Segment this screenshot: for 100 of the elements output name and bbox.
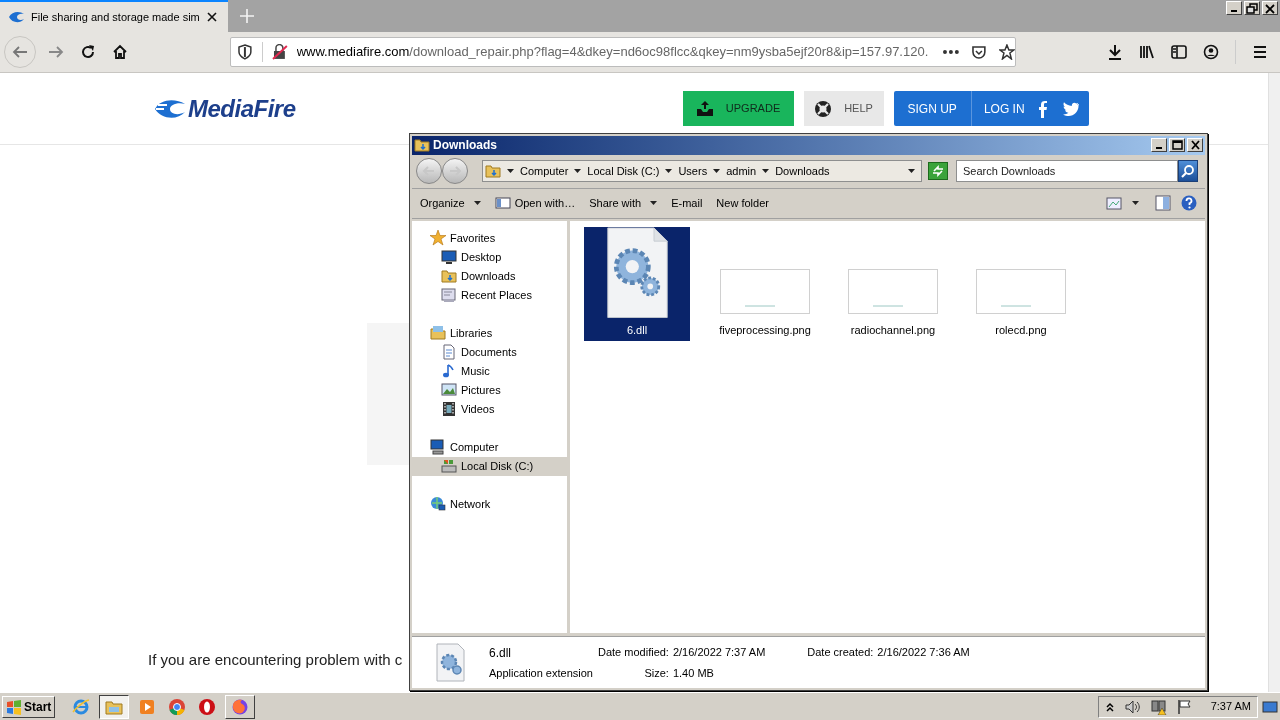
toolbar-button[interactable]: E-mail — [671, 192, 703, 215]
file-item[interactable]: fiveprocessing.png — [712, 226, 818, 341]
folder-icon — [414, 137, 430, 154]
pictures-icon — [441, 382, 457, 399]
toolbar-button[interactable]: Open with… — [494, 192, 576, 215]
breadcrumb-item[interactable]: Users — [678, 163, 708, 180]
flag-icon[interactable] — [1176, 698, 1191, 715]
address-bar[interactable]: www.mediafire.com/download_repair.php?flag=4&dkey=nd6oc98flcc&qkey=nm9ysba5ejf20r8&ip=157.97.120. — [230, 37, 1016, 67]
maximize-button[interactable] — [1169, 138, 1185, 153]
star-icon[interactable] — [999, 44, 1015, 60]
start-button[interactable]: Start — [2, 695, 56, 718]
download-icon[interactable] — [1107, 44, 1123, 60]
nav-item[interactable]: Network — [412, 494, 567, 514]
refresh-icon — [931, 164, 945, 179]
minimize-button[interactable] — [1151, 138, 1167, 153]
caret-icon — [650, 201, 658, 206]
browser-tab[interactable]: File sharing and storage made sim — [0, 0, 228, 32]
back-button[interactable] — [416, 158, 442, 185]
nav-item[interactable]: Libraries — [412, 323, 567, 343]
tab-title: File sharing and storage made sim — [31, 9, 200, 25]
sidebar-icon[interactable] — [1171, 44, 1187, 60]
chevron-up-icon[interactable] — [1104, 700, 1115, 713]
network-icon — [430, 496, 446, 513]
nav-item[interactable]: Computer — [412, 437, 567, 457]
mediafire-logo[interactable]: MediaFire — [155, 90, 296, 127]
menu-icon[interactable] — [1252, 44, 1268, 60]
minimize-button[interactable] — [1226, 1, 1242, 15]
file-item[interactable]: radiochannel.png — [840, 226, 946, 341]
taskbar-button[interactable] — [99, 694, 130, 719]
minimize-icon — [1231, 10, 1237, 12]
disk-icon — [441, 458, 457, 475]
caret-icon[interactable] — [507, 169, 514, 174]
search-field[interactable]: Search Downloads — [956, 160, 1178, 183]
nav-item[interactable]: Music — [412, 361, 567, 381]
reload-icon[interactable] — [80, 44, 96, 60]
detail-label: Date modified: — [598, 644, 669, 660]
breadcrumb-item[interactable]: Local Disk (C:) — [587, 163, 660, 180]
logo-text: MediaFire — [188, 93, 296, 124]
toolbar-button[interactable]: Organize — [420, 192, 481, 215]
breadcrumb-item[interactable]: Computer — [520, 163, 569, 180]
toolbar-button[interactable]: Share with — [589, 192, 658, 215]
show-desktop-icon[interactable] — [1262, 699, 1278, 714]
file-item[interactable]: 6.dll — [584, 226, 690, 341]
windows-flag-icon — [6, 698, 22, 715]
caret-icon[interactable] — [713, 169, 721, 174]
document-icon — [441, 344, 457, 361]
preview-pane-icon[interactable] — [1155, 195, 1171, 212]
caret-icon[interactable] — [574, 169, 582, 174]
close-button[interactable] — [1262, 1, 1278, 15]
speaker-icon[interactable] — [1124, 698, 1141, 715]
nav-item[interactable]: Favorites — [412, 228, 567, 248]
log-in-button[interactable]: LOG IN — [971, 91, 1089, 126]
opera-icon — [198, 697, 217, 716]
caret-icon[interactable] — [665, 169, 673, 174]
search-button[interactable] — [1178, 160, 1198, 183]
network-warning-icon[interactable] — [1150, 698, 1167, 715]
image-thumbnail-icon — [720, 269, 810, 315]
help-button[interactable]: HELP — [803, 91, 884, 126]
gear-file-icon — [436, 643, 465, 683]
refresh-button[interactable] — [928, 162, 948, 181]
url-text: www.mediafire.com/download_repair.php?flag=4&dkey=nd6oc98flcc&qkey=nm9ysba5ejf20r8&ip=157.97.120. — [296, 43, 930, 62]
nav-item[interactable]: Local Disk (C:) — [412, 456, 567, 476]
forward-arrow-icon[interactable] — [48, 44, 64, 60]
breadcrumb-bar[interactable]: Computer Local Disk (C:) Users admin Downloads — [482, 160, 922, 183]
nav-item[interactable]: Documents — [412, 342, 567, 362]
forward-button[interactable] — [442, 158, 468, 185]
upgrade-button[interactable]: UPGRADE — [682, 91, 794, 126]
detail-value: 2/16/2022 7:37 AM — [672, 644, 766, 660]
close-icon[interactable] — [205, 11, 218, 23]
sign-up-button[interactable]: SIGN UP — [893, 91, 972, 126]
library-icon — [430, 325, 446, 342]
file-name: 6.dll — [489, 644, 512, 662]
maximize-icon — [1170, 139, 1184, 152]
clock: 7:37 AM — [1210, 699, 1251, 715]
nav-item[interactable]: Recent Places — [412, 285, 567, 305]
breadcrumb-item[interactable]: admin — [726, 163, 757, 180]
breadcrumb-item[interactable]: Downloads — [775, 163, 830, 180]
toolbar-button[interactable]: New folder — [716, 192, 769, 215]
library-icon[interactable] — [1139, 44, 1155, 60]
caret-icon[interactable] — [908, 169, 915, 174]
nav-item[interactable]: Desktop — [412, 247, 567, 267]
nav-item[interactable]: Videos — [412, 399, 567, 419]
account-icon[interactable] — [1203, 44, 1219, 60]
home-icon[interactable] — [112, 44, 128, 60]
caret-icon[interactable] — [1132, 201, 1139, 206]
star-icon — [430, 230, 446, 247]
detail-value: 1.40 MB — [672, 665, 715, 681]
restore-icon — [1245, 1, 1259, 15]
scrollbar[interactable] — [1268, 73, 1280, 692]
view-icon[interactable] — [1106, 196, 1122, 211]
file-item[interactable]: rolecd.png — [968, 226, 1074, 341]
restore-button[interactable] — [1244, 1, 1260, 15]
minimize-icon — [1156, 147, 1162, 150]
nav-item[interactable]: Pictures — [412, 380, 567, 400]
pocket-icon[interactable] — [971, 44, 988, 60]
caret-icon[interactable] — [762, 169, 770, 174]
videos-icon — [441, 401, 457, 418]
help-icon[interactable] — [1181, 195, 1197, 212]
nav-item[interactable]: Downloads — [412, 266, 567, 286]
close-button[interactable] — [1187, 138, 1203, 153]
